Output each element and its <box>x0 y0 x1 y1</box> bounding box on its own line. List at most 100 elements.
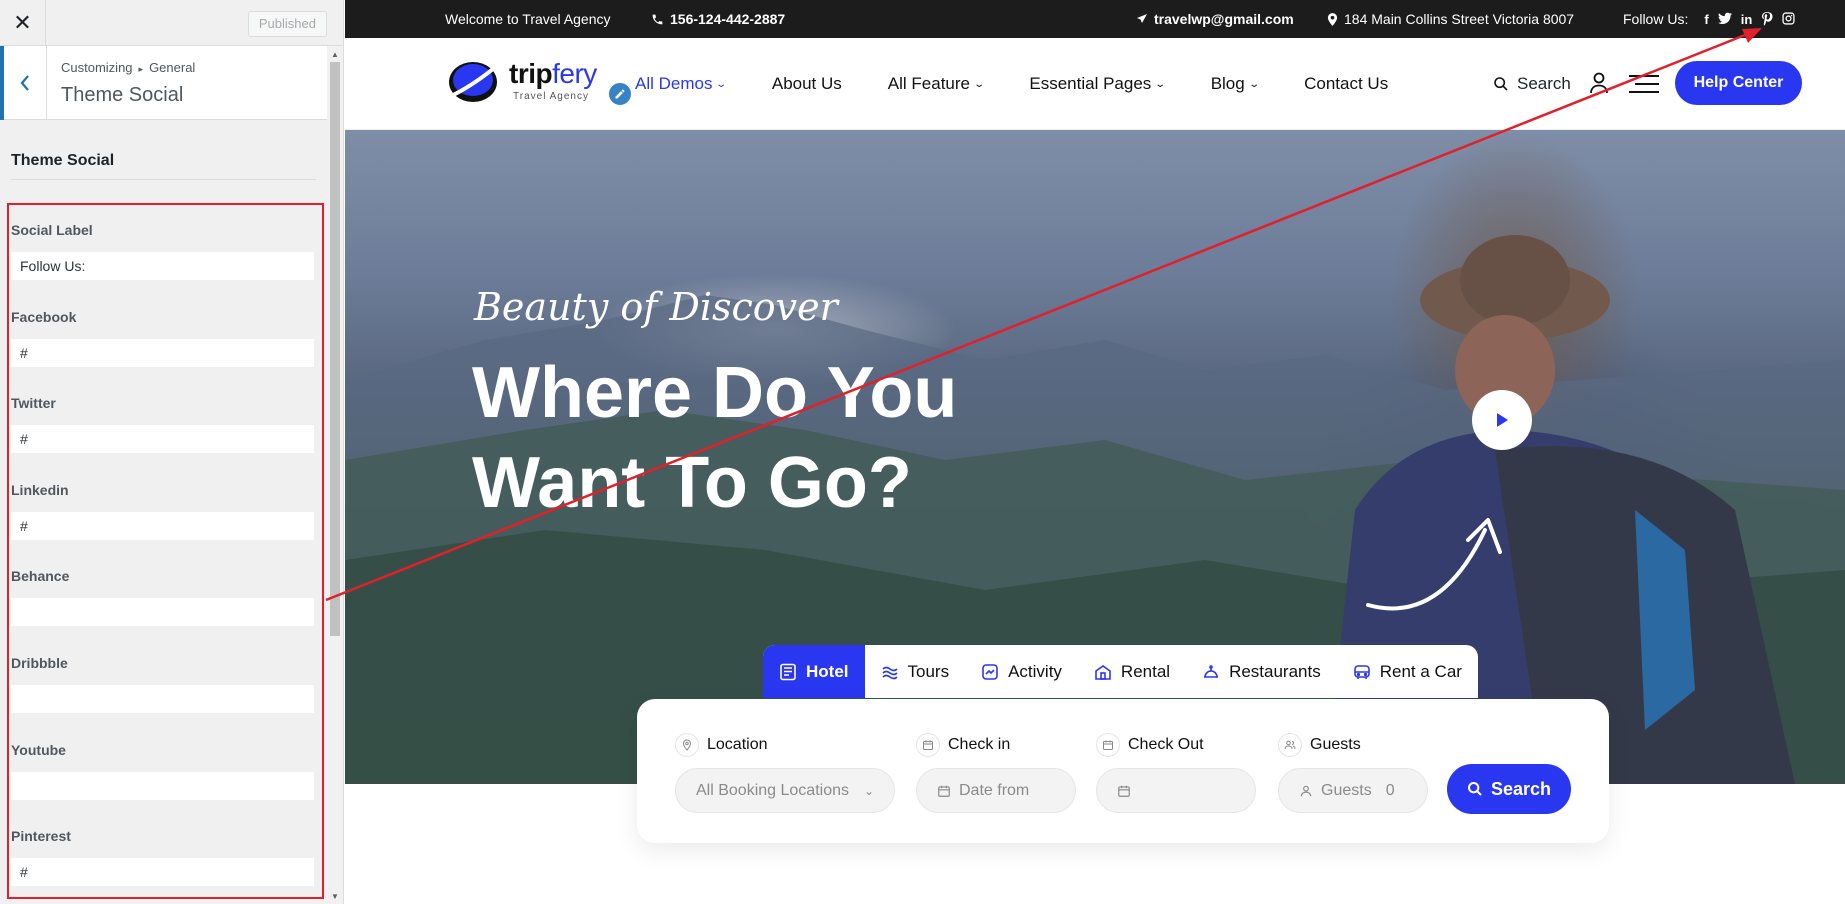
close-icon: ✕ <box>13 10 32 35</box>
booking-search-button[interactable]: Search <box>1447 764 1571 814</box>
facebook-icon[interactable]: f <box>1704 12 1708 27</box>
behance-url-input[interactable] <box>11 598 314 627</box>
restaurant-icon <box>1204 664 1219 678</box>
phone-info[interactable]: 156-124-442-2887 <box>651 0 785 38</box>
nav-item-about-us[interactable]: About Us <box>772 74 842 94</box>
scroll-up-arrow[interactable]: ▲ <box>327 46 343 62</box>
nav-item-essential-pages[interactable]: Essential Pages ⌄ <box>1029 74 1166 94</box>
field-dribbble: Dribbble <box>11 637 314 724</box>
nav-item-all-demos[interactable]: All Demos ⌄ <box>635 74 728 94</box>
site-logo[interactable]: tripfery Travel Agency <box>445 58 597 104</box>
logo-name-part-2: fery <box>552 58 597 89</box>
calendar-icon <box>1118 785 1130 797</box>
edit-shortcut-button[interactable] <box>607 81 633 107</box>
tab-tours[interactable]: Tours <box>865 645 966 698</box>
menu-icon[interactable] <box>1629 74 1659 94</box>
scrollbar-thumb[interactable] <box>330 62 340 636</box>
booking-tabs: Hotel Tours Activity Rental Restaurants … <box>763 645 1478 698</box>
published-button[interactable]: Published <box>247 11 327 37</box>
instagram-icon[interactable] <box>1782 11 1795 25</box>
linkedin-url-input[interactable] <box>11 511 314 540</box>
field-pinterest: Pinterest <box>11 810 314 897</box>
pinterest-icon[interactable] <box>1761 11 1773 26</box>
nav-item-label: Blog <box>1210 74 1245 93</box>
tab-hotel[interactable]: Hotel <box>763 645 865 698</box>
youtube-url-input[interactable] <box>11 771 314 800</box>
logo-mark-icon <box>446 62 501 102</box>
phone-icon <box>652 14 663 24</box>
field-label: Facebook <box>11 308 77 325</box>
nav-item-blog[interactable]: Blog ⌄ <box>1210 74 1260 94</box>
nav-menu: All Demos ⌄ About Us All Feature ⌄ Essenti… <box>635 38 1434 130</box>
field-label: Youtube <box>11 741 66 758</box>
user-icon <box>1300 785 1312 796</box>
follow-us: Follow Us: f in <box>1623 0 1795 38</box>
sidebar-scrollbar[interactable]: ▲ ▼ <box>327 46 343 904</box>
hero-title-line-1: Where Do You <box>472 353 958 433</box>
location-select[interactable]: All Booking Locations ⌄ <box>675 768 895 813</box>
scroll-down-arrow[interactable]: ▼ <box>327 888 343 904</box>
linkedin-icon[interactable]: in <box>1741 12 1753 27</box>
field-linkedin: Linkedin <box>11 464 314 551</box>
tab-label: Rent a Car <box>1379 661 1462 681</box>
calendar-icon <box>938 785 950 797</box>
twitter-icon[interactable] <box>1717 12 1732 25</box>
tab-rental[interactable]: Rental <box>1078 645 1186 698</box>
tab-activity[interactable]: Activity <box>965 645 1078 698</box>
pinterest-url-input[interactable] <box>11 858 314 887</box>
field-label: Dribbble <box>11 654 68 671</box>
chevron-down-icon: ⌄ <box>973 78 986 90</box>
tab-rent-a-car[interactable]: Rent a Car <box>1337 645 1478 698</box>
nav-item-contact-us[interactable]: Contact Us <box>1304 74 1388 94</box>
field-label: Linkedin <box>11 481 69 498</box>
field-facebook: Facebook <box>11 291 314 378</box>
rental-icon <box>1095 664 1111 680</box>
search-icon <box>1467 782 1482 796</box>
logo-name: tripfery <box>509 60 597 88</box>
checkin-label: Check in <box>916 733 1010 757</box>
chevron-down-icon: ⌄ <box>1248 78 1260 90</box>
dribbble-url-input[interactable] <box>11 684 314 713</box>
field-label: Behance <box>11 568 70 585</box>
user-icon[interactable] <box>1590 72 1608 94</box>
social-icons: f in <box>1704 11 1795 27</box>
close-customizer-button[interactable]: ✕ <box>0 0 46 46</box>
tab-restaurants[interactable]: Restaurants <box>1186 645 1337 698</box>
welcome-text: Welcome to Travel Agency <box>445 11 611 27</box>
nav-item-label: All Demos <box>635 74 713 93</box>
hero-title: Where Do You Want To Go? <box>472 348 1072 528</box>
section-header: Customizing ▸ General Theme Social <box>0 46 328 120</box>
guests-input[interactable]: Guests 0 <box>1278 768 1428 813</box>
activity-icon <box>982 663 998 680</box>
customizer-header: ✕ Published <box>0 0 343 46</box>
email-info[interactable]: travelwp@gmail.com <box>1136 0 1294 38</box>
car-icon <box>1353 664 1370 679</box>
play-video-button[interactable] <box>1472 390 1532 450</box>
back-button[interactable] <box>0 46 47 120</box>
phone-number: 156-124-442-2887 <box>670 11 786 27</box>
nav-item-all-feature[interactable]: All Feature ⌄ <box>888 74 986 94</box>
booking-search-label: Search <box>1490 778 1552 799</box>
help-center-button[interactable]: Help Center <box>1675 61 1802 105</box>
chevron-left-icon <box>20 75 29 91</box>
social-label-input[interactable] <box>11 252 314 280</box>
twitter-url-input[interactable] <box>11 425 314 454</box>
chevron-down-icon: ⌄ <box>715 78 728 90</box>
checkout-date-input[interactable] <box>1096 768 1256 813</box>
header-search[interactable]: Search <box>1493 38 1571 130</box>
field-label: Social Label <box>11 222 93 238</box>
guests-count: 0 <box>1385 781 1395 799</box>
field-behance: Behance <box>11 550 314 637</box>
tab-label: Activity <box>1008 661 1062 681</box>
checkin-label-text: Check in <box>948 736 1011 753</box>
tab-label: Hotel <box>806 661 849 681</box>
decorative-arrow-icon <box>1366 518 1502 611</box>
checkout-label: Check Out <box>1096 733 1204 757</box>
tab-label: Rental <box>1120 661 1171 681</box>
facebook-url-input[interactable] <box>11 338 314 367</box>
address-text: 184 Main Collins Street Victoria 8007 <box>1344 11 1575 27</box>
checkin-date-input[interactable]: Date from <box>916 768 1076 813</box>
social-fields: Social Label Facebook Twitter Linkedin B… <box>11 204 314 897</box>
section-title: Theme Social <box>61 84 184 106</box>
location-pin-icon <box>1327 12 1338 26</box>
